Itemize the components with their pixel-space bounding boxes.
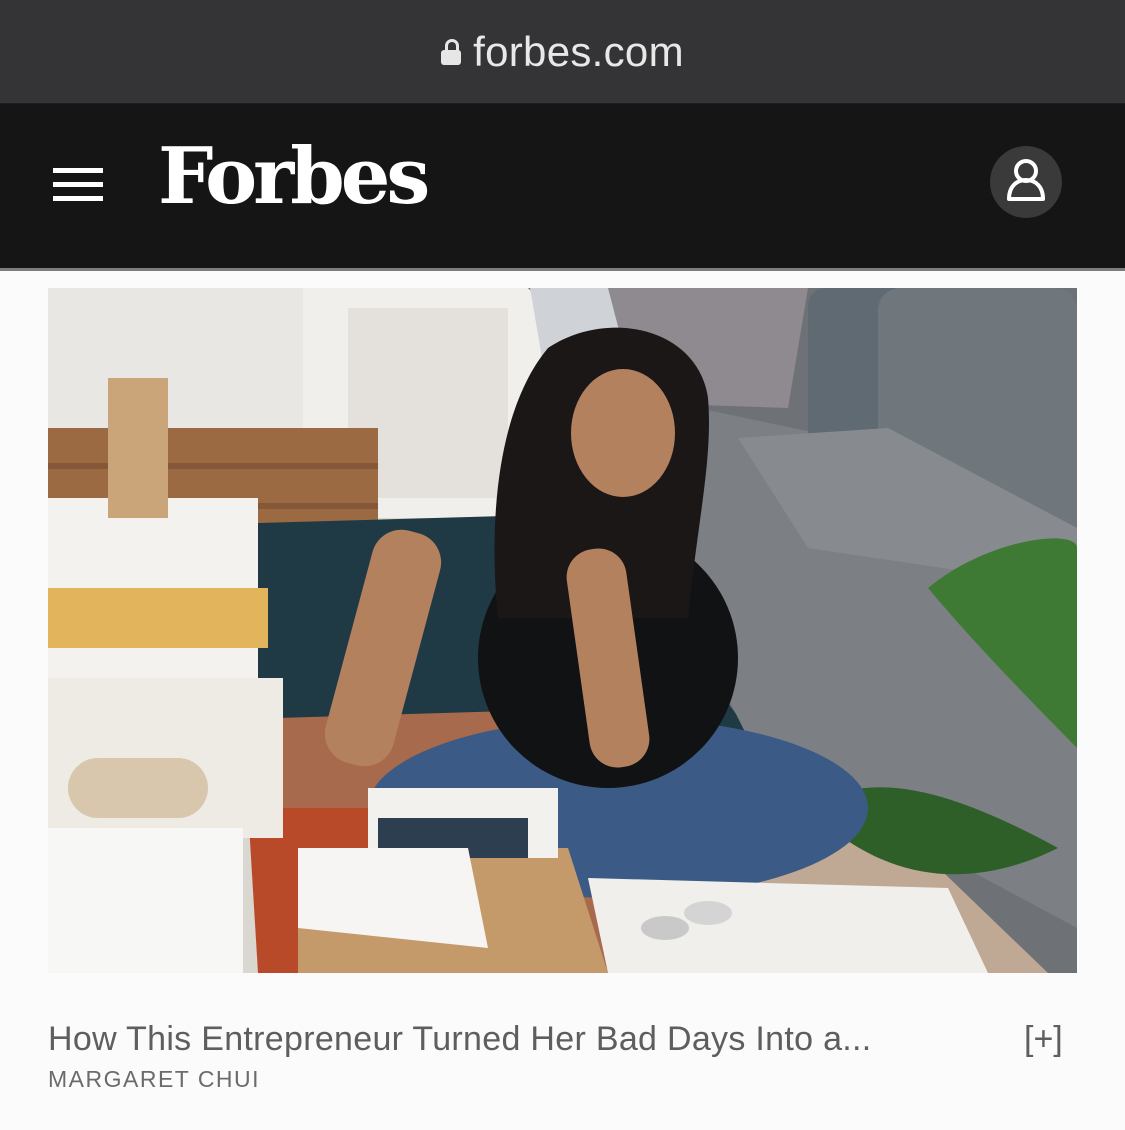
lock-icon bbox=[441, 38, 462, 65]
article-byline[interactable]: MARGARET CHUI bbox=[48, 1066, 260, 1093]
user-account-button[interactable] bbox=[990, 146, 1062, 218]
forbes-logo[interactable]: Forbes bbox=[158, 138, 430, 216]
article-headline[interactable]: How This Entrepreneur Turned Her Bad Day… bbox=[48, 1020, 988, 1059]
url-text: forbes.com bbox=[473, 27, 684, 75]
expand-caption-button[interactable]: [+] bbox=[1024, 1020, 1063, 1059]
hero-photo bbox=[48, 288, 1077, 973]
hamburger-icon[interactable] bbox=[53, 168, 103, 202]
user-icon bbox=[1007, 159, 1045, 201]
url-container: forbes.com bbox=[441, 28, 684, 76]
article-hero-image[interactable] bbox=[48, 288, 1077, 973]
browser-url-bar[interactable]: forbes.com bbox=[0, 0, 1125, 104]
site-header: Forbes bbox=[0, 104, 1125, 271]
